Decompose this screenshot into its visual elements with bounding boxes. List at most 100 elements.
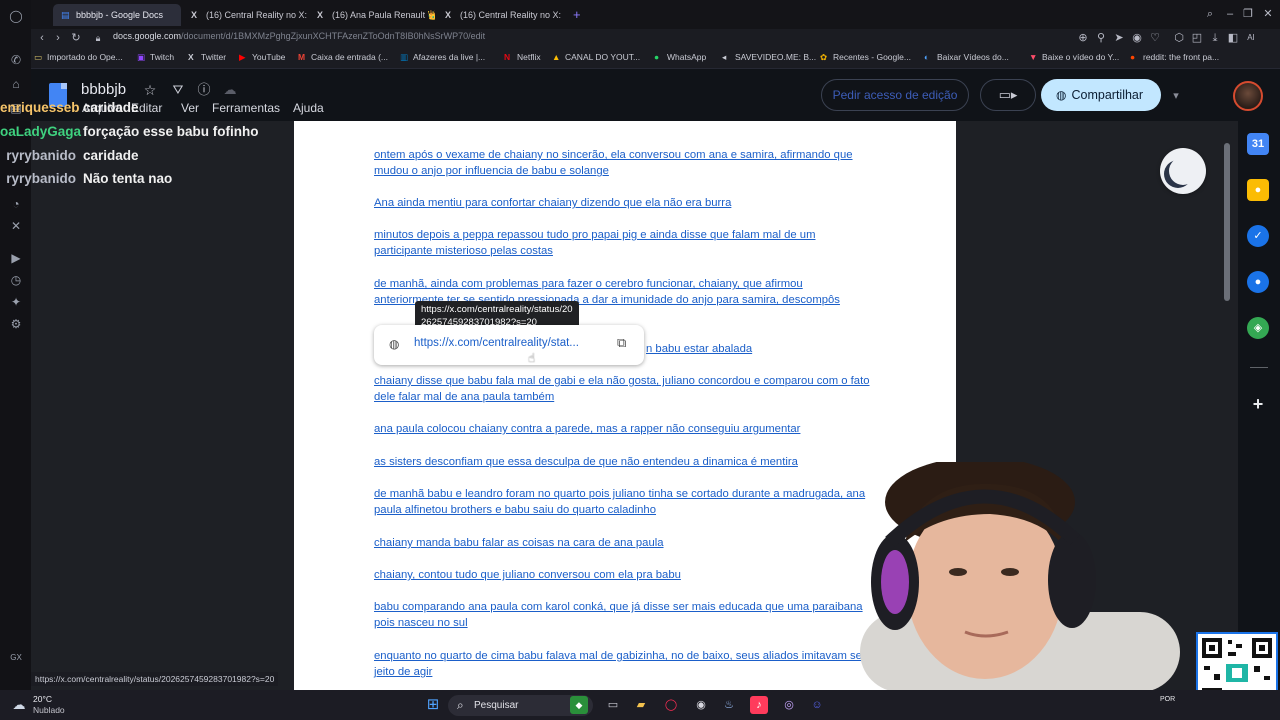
add-icon[interactable]: + bbox=[1247, 393, 1269, 415]
paragraph-link[interactable]: ontem após o vexame de chaiany no sincer… bbox=[374, 147, 874, 180]
maps-icon[interactable]: ◈ bbox=[1247, 317, 1269, 339]
wallet-icon[interactable]: ◰ bbox=[1190, 31, 1204, 45]
close-icon[interactable]: ✕ bbox=[1261, 7, 1275, 21]
minimize-icon[interactable]: – bbox=[1223, 7, 1237, 21]
bookmark-savevideo[interactable]: ◂ SAVEVIDEO.ME: B... bbox=[722, 52, 816, 63]
copy-icon[interactable]: ⧉ bbox=[617, 335, 626, 351]
tab-label: bbbbjb - Google Docs bbox=[76, 10, 164, 20]
obs-icon[interactable]: ◉ bbox=[692, 696, 710, 714]
extensions-icon[interactable]: ✦ bbox=[8, 294, 24, 310]
paragraph-link[interactable]: as sisters desconfiam que essa desculpa … bbox=[374, 454, 874, 470]
app-icon[interactable]: ◎ bbox=[780, 696, 798, 714]
bookmark-youtube[interactable]: ▶ YouTube bbox=[239, 52, 285, 63]
link-card-url[interactable]: https://x.com/centralreality/stat... bbox=[414, 337, 579, 349]
tab-central-reality-1[interactable]: X (16) Central Reality no X: bbox=[183, 4, 307, 26]
whatsapp-icon[interactable]: ◔ bbox=[8, 196, 24, 212]
discord-icon[interactable]: ☺ bbox=[808, 696, 826, 714]
paragraph-link[interactable]: babu comparando ana paula com karol conk… bbox=[374, 599, 874, 632]
document-title[interactable]: bbbbjb bbox=[81, 81, 126, 98]
snapshot-icon[interactable]: ◧ bbox=[1226, 31, 1240, 45]
opera-logo-icon[interactable]: ◯ bbox=[8, 8, 24, 24]
player-icon[interactable]: ▶ bbox=[8, 250, 24, 266]
file-explorer-icon[interactable]: ▰ bbox=[632, 696, 650, 714]
keep-icon[interactable]: ● bbox=[1247, 179, 1269, 201]
paragraph-link[interactable]: n babu estar abalada bbox=[646, 341, 766, 357]
paragraph-link[interactable]: minutos depois a peppa repassou tudo pro… bbox=[374, 227, 874, 260]
bookmark-label: Netflix bbox=[517, 52, 541, 62]
pin-icon[interactable]: ⚲ bbox=[1094, 31, 1108, 45]
paragraph-link[interactable]: Ana ainda mentiu para confortar chaiany … bbox=[374, 195, 874, 211]
info-icon[interactable]: ⓘ bbox=[197, 83, 211, 97]
bookmark-trello[interactable]: ▥ Afazeres da live |... bbox=[400, 52, 485, 63]
savevideo-icon: ◂ bbox=[722, 52, 727, 62]
bookmark-label: Caixa de entrada (... bbox=[311, 52, 389, 62]
forward-icon[interactable]: › bbox=[51, 31, 65, 45]
search-icon[interactable]: ⌕ bbox=[1203, 7, 1217, 21]
contacts-icon[interactable]: ● bbox=[1247, 271, 1269, 293]
bookmark-netflix[interactable]: N Netflix bbox=[504, 52, 541, 62]
task-view-icon[interactable]: ▭ bbox=[604, 696, 622, 714]
settings-icon[interactable]: ⚙ bbox=[8, 316, 24, 332]
move-to-drive-icon[interactable]: ⛛ bbox=[171, 83, 185, 97]
send-icon[interactable]: ➤ bbox=[1112, 31, 1126, 45]
scrollbar[interactable] bbox=[1224, 143, 1230, 301]
url-path: /document/d/1BMXMzPghgZjxunXCHTFAzenZToO… bbox=[181, 31, 486, 41]
bookmark-baixe-video[interactable]: ▼ Baixe o vídeo do Y... bbox=[1029, 52, 1119, 62]
bookmark-baixar-videos[interactable]: ◐ Baixar Vídeos do... bbox=[924, 52, 1009, 62]
weather-temp[interactable]: 20°C bbox=[33, 694, 52, 704]
camera-icon[interactable]: ◉ bbox=[1130, 31, 1144, 45]
x-icon: X bbox=[188, 52, 194, 62]
ai-icon[interactable]: AI bbox=[1244, 31, 1258, 45]
avatar[interactable] bbox=[1233, 81, 1263, 111]
download-icon[interactable]: ⤓ bbox=[1208, 31, 1222, 45]
meet-button[interactable]: ▭▸ bbox=[980, 79, 1036, 111]
star-icon[interactable]: ☆ bbox=[143, 83, 157, 97]
paragraph-link[interactable]: enquanto no quarto de cima babu falava m… bbox=[374, 648, 874, 681]
paragraph-link[interactable]: ana paula colocou chaiany contra a pared… bbox=[374, 421, 874, 437]
address-bar[interactable]: ‹ › ↻ 🔒︎ docs.google.com/document/d/1BMX… bbox=[31, 29, 1280, 47]
x-icon[interactable]: ✕ bbox=[8, 218, 24, 234]
chat-message: enriquesseb caridade bbox=[0, 100, 139, 115]
zoom-icon[interactable]: ⊕ bbox=[1076, 31, 1090, 45]
bookmark-twitch[interactable]: ▣ Twitch bbox=[137, 52, 174, 63]
tab-central-reality-2[interactable]: X (16) Central Reality no X: bbox=[437, 4, 563, 26]
chat-message: oaLadyGaga forçação esse babu fofinho bbox=[0, 124, 259, 139]
request-edit-access-button[interactable]: Pedir acesso de edição bbox=[821, 79, 969, 111]
weather-desc[interactable]: Nublado bbox=[33, 705, 65, 715]
extensions-icon[interactable]: ⬡ bbox=[1172, 31, 1186, 45]
paragraph-link[interactable]: de manhã babu e leandro foram no quarto … bbox=[374, 486, 874, 519]
tab-ana-paula[interactable]: X (16) Ana Paula Renault 👑 bbox=[309, 4, 435, 26]
heart-icon[interactable]: ♡ bbox=[1148, 31, 1162, 45]
music-icon[interactable]: ♪ bbox=[750, 696, 768, 714]
tasks-icon[interactable]: ✓ bbox=[1247, 225, 1269, 247]
x-icon: X bbox=[317, 10, 324, 20]
history-icon[interactable]: ◷ bbox=[8, 272, 24, 288]
bookmark-google-photos[interactable]: ✿ Recentes - Google... bbox=[820, 52, 911, 63]
bookmark-twitter[interactable]: X Twitter bbox=[188, 52, 226, 62]
url-text[interactable]: docs.google.com/document/d/1BMXMzPghgZjx… bbox=[113, 31, 485, 41]
paragraph-link[interactable]: chaiany disse que babu fala mal de gabi … bbox=[374, 373, 874, 406]
aria-icon[interactable]: ⌂ bbox=[8, 76, 24, 92]
paragraph-link[interactable]: chaiany, contou tudo que juliano convers… bbox=[374, 567, 874, 583]
restore-icon[interactable]: ❐ bbox=[1241, 7, 1255, 21]
steam-icon[interactable]: ♨ bbox=[720, 696, 738, 714]
messenger-icon[interactable]: ✆ bbox=[8, 52, 24, 68]
paragraph-link[interactable]: chaiany manda babu falar as coisas na ca… bbox=[374, 535, 874, 551]
tab-google-docs[interactable]: ▤ bbbbjb - Google Docs bbox=[53, 4, 181, 26]
reload-icon[interactable]: ↻ bbox=[69, 31, 83, 45]
language-indicator[interactable]: POR bbox=[1160, 696, 1175, 703]
stream-chat-overlay: enriquesseb caridade oaLadyGaga forçação e… bbox=[0, 100, 300, 190]
new-tab-button[interactable]: + bbox=[565, 4, 585, 26]
netflix-icon: N bbox=[504, 52, 511, 62]
windows-start-icon[interactable]: ⊞ bbox=[424, 696, 442, 714]
bookmark-gmail[interactable]: M Caixa de entrada (... bbox=[298, 52, 388, 62]
bookmark-imported[interactable]: ▭ Importado do Ope... bbox=[34, 52, 123, 63]
back-icon[interactable]: ‹ bbox=[35, 31, 49, 45]
calendar-icon[interactable]: 31 bbox=[1247, 133, 1269, 155]
bookmark-canal[interactable]: ▲ CANAL DO YOUT... bbox=[552, 52, 640, 62]
bookmark-reddit[interactable]: ● reddit: the front pa... bbox=[1130, 52, 1219, 62]
bookmark-whatsapp[interactable]: ● WhatsApp bbox=[654, 52, 706, 62]
share-button[interactable]: ◍ Compartilhar bbox=[1041, 79, 1161, 111]
share-dropdown-icon[interactable]: ▾ bbox=[1169, 89, 1183, 103]
opera-gx-icon[interactable]: ◯ bbox=[662, 696, 680, 714]
